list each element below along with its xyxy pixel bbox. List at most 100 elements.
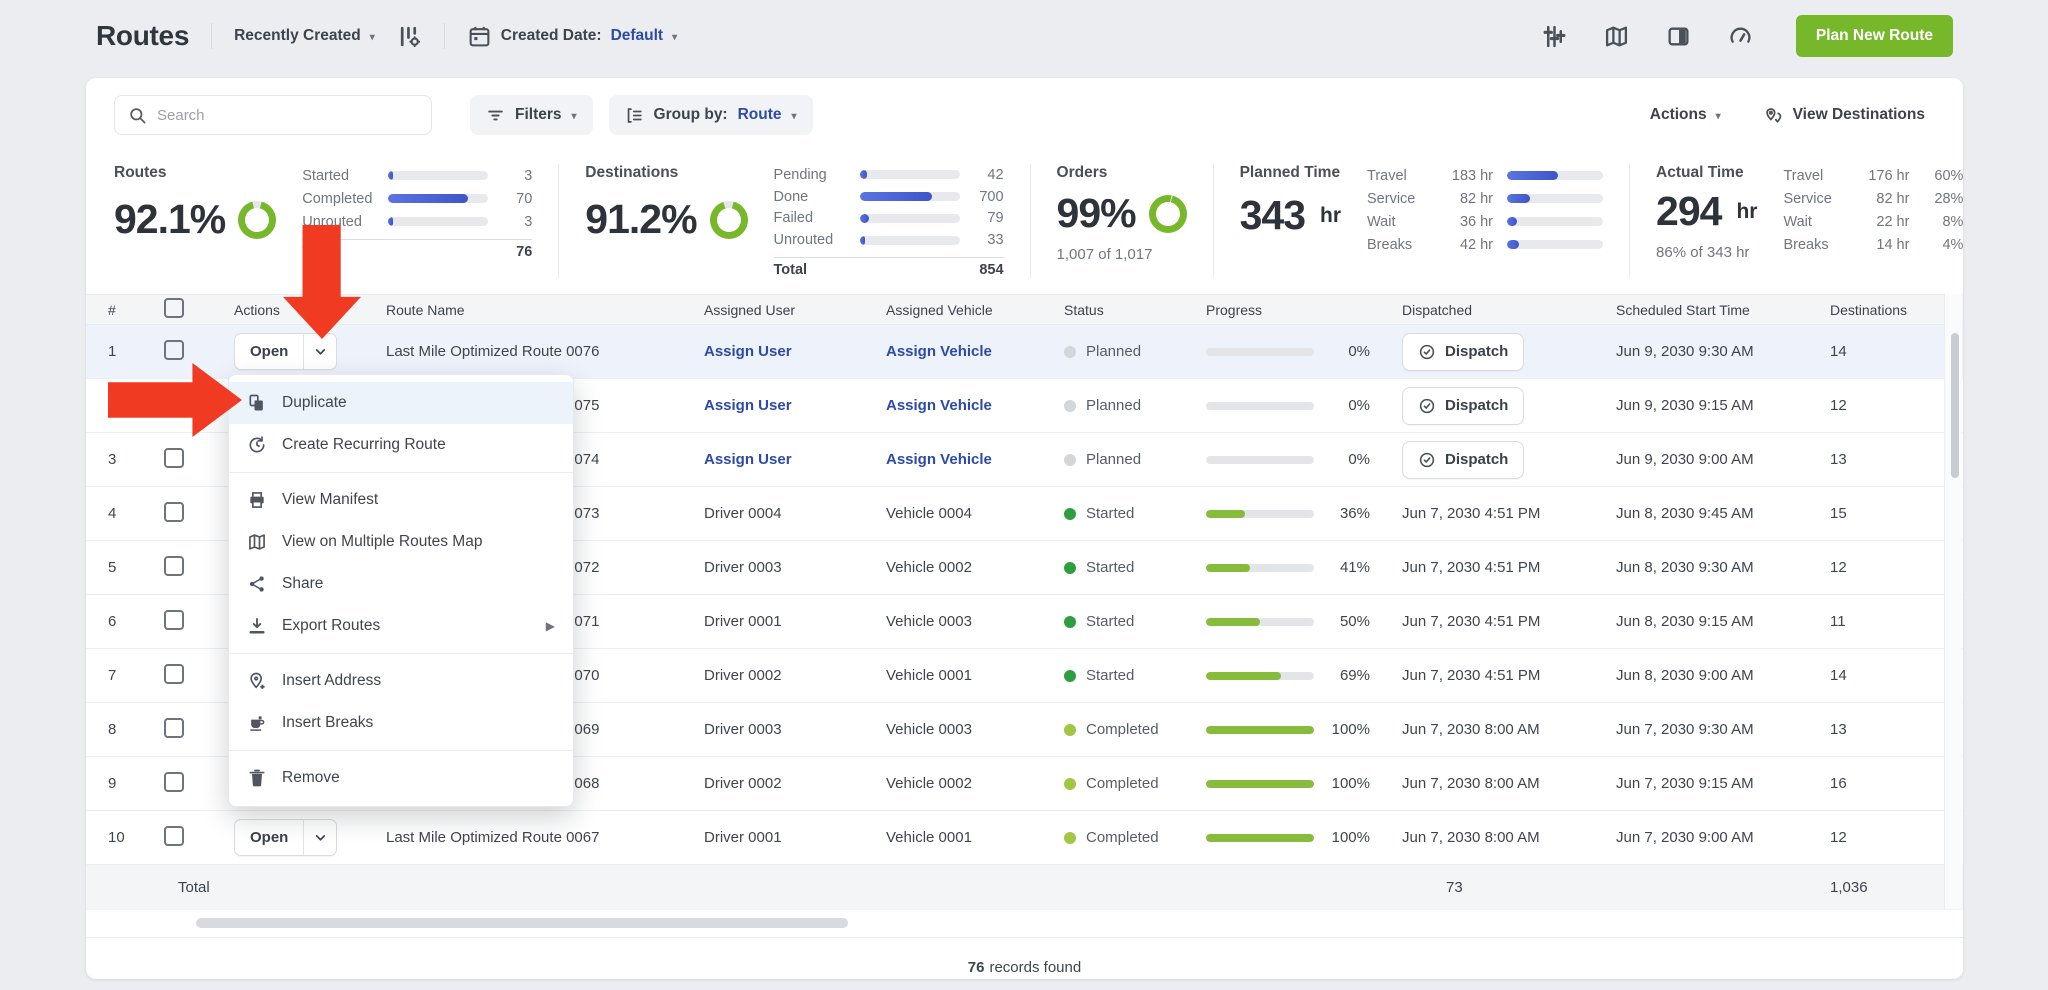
dispatch-button[interactable]: Dispatch xyxy=(1402,440,1525,479)
group-by-button[interactable]: Group by: Route ▾ xyxy=(608,95,813,135)
status-cell: Started xyxy=(1064,667,1206,684)
status-dot xyxy=(1064,723,1076,736)
dispatched-cell: Jun 7, 2030 8:00 AM xyxy=(1402,775,1540,792)
scheduled-start-time: Jun 9, 2030 9:00 AM xyxy=(1616,451,1754,468)
vertical-scrollbar-thumb[interactable] xyxy=(1951,333,1959,478)
row-checkbox[interactable] xyxy=(164,447,184,468)
sort-dropdown[interactable]: Recently Created ▾ xyxy=(234,27,375,45)
dispatch-button[interactable]: Dispatch xyxy=(1402,332,1525,371)
view-destinations-button[interactable]: View Destinations xyxy=(1763,105,1925,126)
stat-card-planned-time: Planned Time 343 hr Travel 183 hr Service 8… xyxy=(1239,164,1631,278)
assign-vehicle-link[interactable]: Assign Vehicle xyxy=(886,397,1064,414)
status-cell: Completed xyxy=(1064,829,1206,846)
legend-row: Breaks 14 hr 4% xyxy=(1783,235,1963,254)
table-row: 1 Open Last Mile Optimized Route 0076 Assig… xyxy=(86,325,1963,379)
stat-card-orders: Orders 99% 1,007 of 1,017 xyxy=(1057,164,1214,278)
donut-chart xyxy=(1148,194,1187,233)
menu-divider xyxy=(229,653,573,654)
search-box[interactable] xyxy=(114,95,432,135)
columns-customize-icon[interactable] xyxy=(397,24,422,49)
menu-item-export-routes[interactable]: Export Routes ▶ xyxy=(229,605,573,647)
assign-user-link[interactable]: Assign User xyxy=(704,451,886,468)
open-route-button[interactable]: Open xyxy=(235,334,303,369)
status-cell: Planned xyxy=(1064,451,1206,468)
progress-percent: 0% xyxy=(1348,451,1370,468)
chevron-down-icon: ▾ xyxy=(1715,110,1721,122)
submenu-arrow-icon: ▶ xyxy=(545,619,555,633)
progress-bar xyxy=(1206,347,1314,356)
row-checkbox[interactable] xyxy=(164,663,184,684)
status-cell: Completed xyxy=(1064,775,1206,792)
plan-new-route-button[interactable]: Plan New Route xyxy=(1795,15,1953,57)
row-number: 8 xyxy=(108,721,117,738)
row-checkbox[interactable] xyxy=(164,771,184,792)
menu-item-view-manifest[interactable]: View Manifest xyxy=(229,479,573,521)
row-checkbox[interactable] xyxy=(164,825,184,846)
column-header-dispatched: Dispatched xyxy=(1402,301,1473,318)
row-checkbox[interactable] xyxy=(164,501,184,522)
assign-user-link[interactable]: Assign User xyxy=(704,397,886,414)
calendar-icon xyxy=(467,24,492,49)
menu-item-share[interactable]: Share xyxy=(229,563,573,605)
search-input[interactable] xyxy=(157,106,418,124)
legend-row: Travel 183 hr xyxy=(1367,166,1604,185)
row-checkbox[interactable] xyxy=(164,555,184,576)
progress-bar xyxy=(1206,617,1314,626)
timeline-settings-icon[interactable] xyxy=(1542,24,1567,49)
scheduled-start-time: Jun 9, 2030 9:30 AM xyxy=(1616,343,1754,360)
actual-time-legend: Travel 176 hr 60% Service 82 hr 28% Wait 22 hr 8… xyxy=(1783,164,1963,278)
dispatched-cell: Jun 7, 2030 8:00 AM xyxy=(1402,721,1540,738)
open-route-menu-button[interactable] xyxy=(303,334,336,369)
menu-item-view-on-multiple-routes-map[interactable]: View on Multiple Routes Map xyxy=(229,521,573,563)
dispatch-button[interactable]: Dispatch xyxy=(1402,386,1525,425)
coffee-icon xyxy=(247,713,267,733)
duplicate-icon xyxy=(247,393,267,413)
column-header-progress: Progress xyxy=(1206,301,1263,318)
menu-item-create-recurring-route[interactable]: Create Recurring Route xyxy=(229,424,573,466)
map-view-icon[interactable] xyxy=(1604,24,1629,49)
destinations-pins-icon xyxy=(1765,107,1781,123)
row-select-cell xyxy=(164,447,234,472)
stat-percent: 99% xyxy=(1056,190,1137,236)
legend-total-label: Total xyxy=(773,262,808,278)
open-route-menu-button[interactable] xyxy=(303,820,336,855)
menu-item-insert-breaks[interactable]: Insert Breaks xyxy=(229,702,573,744)
status-label: Planned xyxy=(1086,343,1142,360)
menu-item-label: Insert Breaks xyxy=(282,714,374,731)
dispatched-cell: Jun 7, 2030 4:51 PM xyxy=(1402,505,1541,522)
status-label: Started xyxy=(1086,559,1135,576)
records-suffix: records found xyxy=(989,959,1082,976)
row-select-cell xyxy=(164,825,234,850)
row-checkbox[interactable] xyxy=(164,609,184,630)
dashboard-gauge-icon[interactable] xyxy=(1728,24,1753,49)
actions-dropdown[interactable]: Actions ▾ xyxy=(1650,106,1721,124)
horizontal-scrollbar-thumb[interactable] xyxy=(196,918,848,928)
row-checkbox[interactable] xyxy=(164,717,184,738)
assign-vehicle-link[interactable]: Assign Vehicle xyxy=(886,451,1064,468)
stat-label: Planned Time xyxy=(1239,164,1341,181)
menu-item-insert-address[interactable]: Insert Address xyxy=(229,660,573,702)
menu-item-remove[interactable]: Remove xyxy=(229,757,573,799)
stat-unit: hr xyxy=(1736,199,1758,223)
row-select-cell xyxy=(164,717,234,742)
progress-cell: 41% xyxy=(1206,559,1402,576)
menu-item-duplicate[interactable]: Duplicate xyxy=(229,382,573,424)
scheduled-start-time: Jun 8, 2030 9:00 AM xyxy=(1616,667,1754,684)
assign-vehicle-link[interactable]: Assign Vehicle xyxy=(886,343,1064,360)
row-select-cell xyxy=(164,555,234,580)
table-toolbar: Filters ▾ Group by: Route ▾ Actions ▾ Vi… xyxy=(86,78,1963,144)
assigned-user: Driver 0001 xyxy=(704,829,782,846)
row-checkbox[interactable] xyxy=(164,339,184,360)
open-route-button[interactable]: Open xyxy=(235,820,303,855)
records-count: 76 xyxy=(967,959,985,976)
stat-card-actual-time: Actual Time 294 hr 86% of 343 hr Travel 1… xyxy=(1656,164,1963,278)
dispatched-cell: Dispatch xyxy=(1402,332,1616,371)
assigned-user: Driver 0002 xyxy=(704,667,782,684)
select-all-checkbox[interactable] xyxy=(164,298,184,318)
filters-button[interactable]: Filters ▾ xyxy=(470,95,593,135)
assign-user-link[interactable]: Assign User xyxy=(704,343,886,360)
assigned-vehicle: Vehicle 0003 xyxy=(886,613,972,630)
group-by-icon xyxy=(627,107,642,123)
created-date-dropdown[interactable]: Created Date: Default ▾ xyxy=(467,24,677,49)
panel-view-icon[interactable] xyxy=(1666,24,1691,49)
